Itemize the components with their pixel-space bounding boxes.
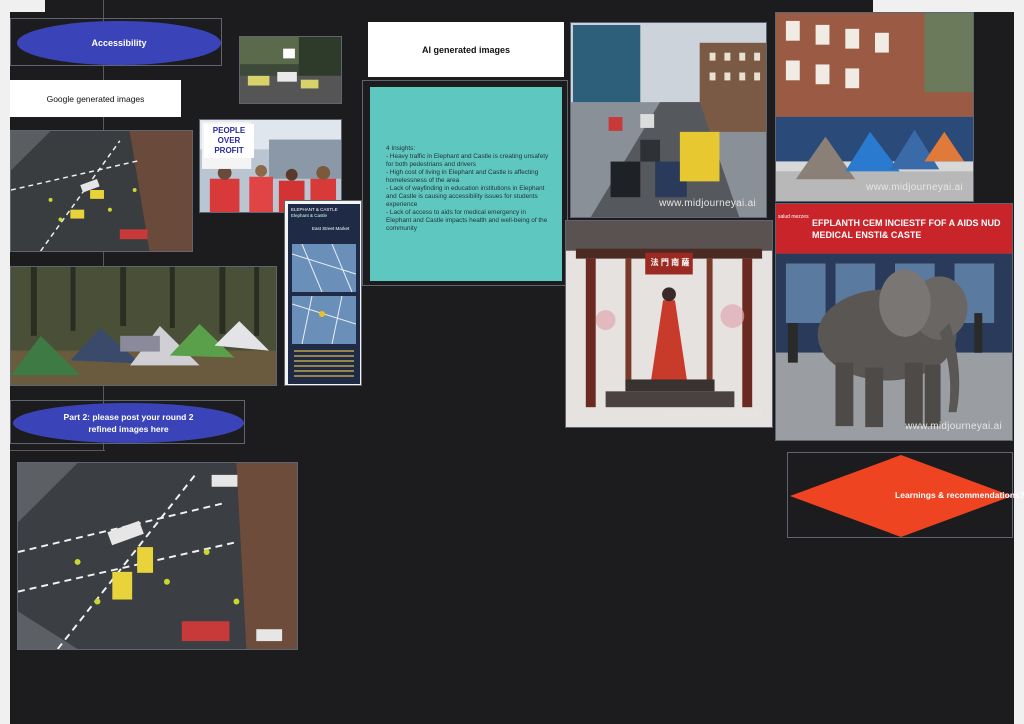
traffic-watermark: www.midjourneyai.ai bbox=[659, 198, 756, 209]
photo-tents-park[interactable] bbox=[10, 266, 277, 386]
elephant-watermark: www.midjourneyai.ai bbox=[905, 421, 1002, 432]
storefront-small-text: salud mezzes bbox=[778, 214, 809, 220]
learnings-frame[interactable]: Learnings & recommendations? bbox=[787, 452, 1024, 538]
aerial-junction-drawing bbox=[11, 131, 192, 251]
ai-temple-drawing bbox=[566, 221, 772, 427]
temple-watermark: www.midjourneyai.ai bbox=[665, 408, 762, 419]
photo-protest[interactable]: PEOPLE OVER PROFIT bbox=[199, 119, 342, 213]
ai-traffic-drawing bbox=[571, 23, 766, 217]
tents-park-drawing bbox=[11, 267, 276, 385]
aerial-junction-large-drawing bbox=[18, 463, 297, 649]
ai-images-card[interactable]: AI generated images bbox=[368, 22, 564, 77]
photo-ai-tents[interactable]: www.midjourneyai.ai bbox=[775, 12, 974, 202]
insights-sticky-note[interactable]: 4 Insights: - Heavy traffic in Elephant … bbox=[370, 87, 562, 281]
board-top-strip bbox=[45, 0, 873, 12]
map-board: ELEPHANT & CASTLE Elephant & Castle East… bbox=[288, 204, 360, 384]
photo-aerial-junction[interactable] bbox=[10, 130, 193, 252]
photo-ai-traffic[interactable]: www.midjourneyai.ai bbox=[570, 22, 767, 218]
part2-frame[interactable]: Part 2: please post your round 2 refined… bbox=[10, 400, 245, 444]
map-subtitle: Elephant & Castle bbox=[291, 213, 328, 218]
map-legend bbox=[294, 350, 354, 378]
photo-aerial-junction-large[interactable] bbox=[17, 462, 298, 650]
map-drawing bbox=[292, 244, 356, 344]
guide-line-horizontal bbox=[10, 450, 105, 451]
tents-watermark: www.midjourneyai.ai bbox=[866, 182, 963, 193]
photo-wayfinding-map[interactable]: ELEPHANT & CASTLE Elephant & Castle East… bbox=[284, 200, 362, 386]
learnings-label: Learnings & recommendations? bbox=[895, 490, 1024, 500]
accessibility-frame[interactable]: Accessibility bbox=[10, 18, 222, 66]
insights-frame: 4 Insights: - Heavy traffic in Elephant … bbox=[362, 80, 568, 286]
temple-sign: 法 門 南 薩 bbox=[650, 258, 690, 267]
map-street: East Street Market bbox=[312, 226, 350, 231]
photo-police-cars[interactable] bbox=[239, 36, 342, 104]
map-title: ELEPHANT & CASTLE bbox=[291, 207, 338, 212]
protest-sign: PEOPLE OVER PROFIT bbox=[204, 124, 254, 158]
accessibility-label: Accessibility bbox=[17, 21, 221, 65]
part2-label: Part 2: please post your round 2 refined… bbox=[13, 403, 244, 443]
google-images-card[interactable]: Google generated images bbox=[10, 80, 181, 117]
storefront-text: EFPLANTH CEM INCIESTF FOF A AIDS NUD MED… bbox=[812, 218, 1001, 240]
photo-ai-temple[interactable]: 法 門 南 薩 www.midjourneyai.ai bbox=[565, 220, 773, 428]
ai-tents-drawing bbox=[776, 13, 973, 201]
photo-ai-elephant[interactable]: salud mezzes EFPLANTH CEM INCIESTF FOF A… bbox=[775, 203, 1013, 441]
police-cars-drawing bbox=[240, 37, 341, 103]
